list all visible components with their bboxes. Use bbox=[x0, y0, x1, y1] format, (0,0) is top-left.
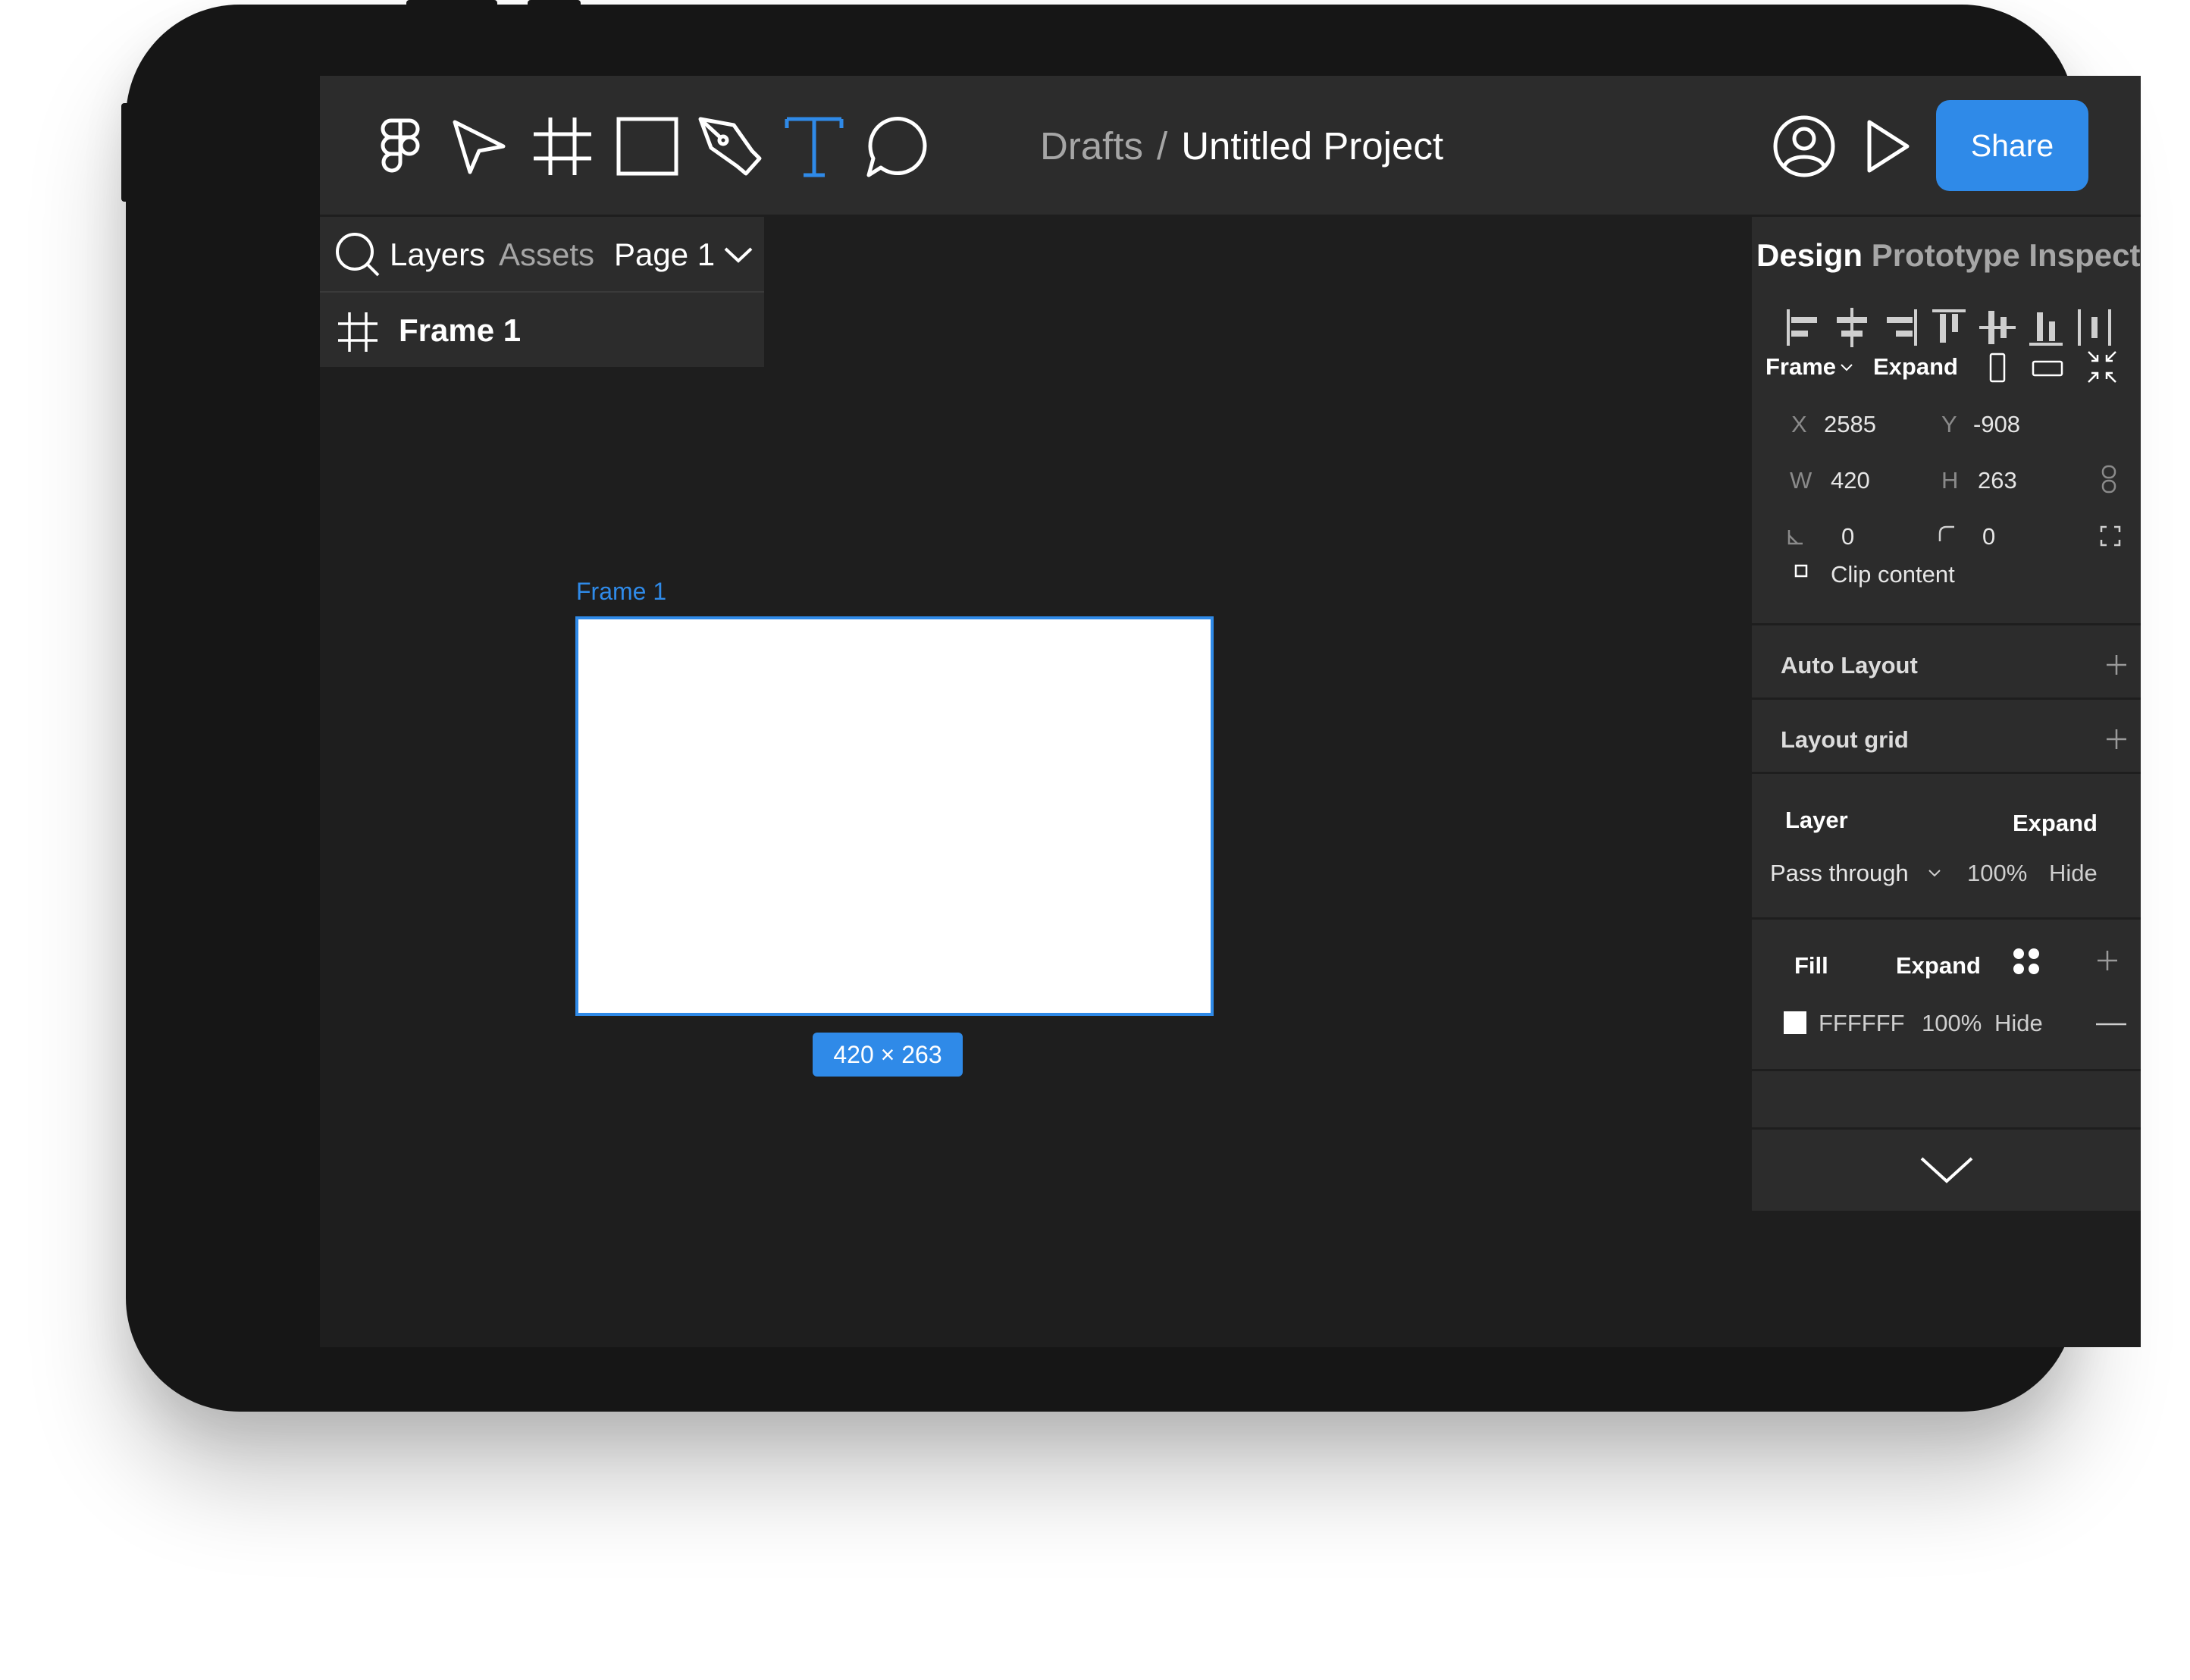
align-top-icon[interactable] bbox=[1928, 305, 1970, 350]
move-tool-icon[interactable] bbox=[444, 111, 514, 181]
project-title[interactable]: Untitled Project bbox=[1181, 124, 1443, 168]
frame-tool-icon[interactable] bbox=[528, 111, 597, 181]
align-horizontal-center-icon[interactable] bbox=[1831, 305, 1873, 350]
layer-expand-button[interactable]: Expand bbox=[2013, 808, 2098, 838]
checkbox-icon[interactable] bbox=[1794, 564, 1808, 578]
breadcrumb-separator: / bbox=[1157, 124, 1168, 168]
search-icon[interactable] bbox=[334, 230, 381, 277]
properties-panel: Design Prototype Inspect Frame Expand X … bbox=[1752, 217, 2141, 1211]
corner-radius-input[interactable]: 0 bbox=[1982, 522, 1995, 552]
fill-color-swatch[interactable] bbox=[1784, 1011, 1806, 1034]
y-input[interactable]: -908 bbox=[1973, 409, 2020, 440]
blend-mode-select[interactable]: Pass through bbox=[1770, 858, 1909, 889]
align-vertical-center-icon[interactable] bbox=[1976, 305, 2019, 350]
add-layout-grid-icon[interactable] bbox=[2105, 728, 2128, 751]
figma-logo-icon[interactable] bbox=[365, 111, 435, 181]
layers-panel: Layers Assets Page 1 Frame 1 bbox=[320, 217, 764, 367]
tab-assets[interactable]: Assets bbox=[499, 234, 594, 276]
styles-icon[interactable] bbox=[2011, 946, 2041, 976]
section-divider bbox=[1752, 623, 2141, 625]
frame-label[interactable]: Frame 1 bbox=[576, 578, 666, 606]
x-label: X bbox=[1791, 411, 1807, 437]
pen-tool-icon[interactable] bbox=[696, 111, 766, 181]
align-right-icon[interactable] bbox=[1879, 305, 1922, 350]
w-input[interactable]: 420 bbox=[1831, 465, 1870, 496]
align-bottom-icon[interactable] bbox=[2025, 305, 2067, 350]
device-button bbox=[528, 0, 581, 6]
section-divider bbox=[1752, 772, 2141, 774]
auto-layout-label: Auto Layout bbox=[1781, 652, 1918, 679]
device-button bbox=[406, 0, 497, 6]
top-toolbar: Drafts / Untitled Project Share bbox=[320, 76, 2141, 215]
frame-icon bbox=[338, 312, 378, 352]
tab-design[interactable]: Design bbox=[1756, 237, 1863, 273]
constrain-proportions-icon[interactable] bbox=[2101, 464, 2117, 494]
h-label: H bbox=[1941, 467, 1959, 494]
layout-grid-label: Layout grid bbox=[1781, 726, 1909, 753]
corner-radius-icon bbox=[1938, 525, 1954, 541]
layer-section-label: Layer bbox=[1785, 807, 1848, 833]
rectangle-tool-icon[interactable] bbox=[613, 111, 682, 181]
frame-on-canvas[interactable] bbox=[575, 616, 1214, 1016]
w-label: W bbox=[1790, 467, 1812, 494]
fill-hex-input[interactable]: FFFFFF bbox=[1819, 1008, 1905, 1039]
breadcrumb: Drafts / Untitled Project bbox=[1040, 120, 1443, 173]
x-input[interactable]: 2585 bbox=[1824, 409, 1876, 440]
chevron-down-icon[interactable] bbox=[1840, 362, 1853, 373]
panel-scroll-footer bbox=[1752, 1127, 2141, 1211]
add-fill-icon[interactable] bbox=[2096, 949, 2119, 972]
tab-layers[interactable]: Layers bbox=[390, 234, 485, 276]
rotation-icon bbox=[1787, 530, 1803, 545]
page-selector[interactable]: Page 1 bbox=[614, 234, 715, 276]
text-tool-icon[interactable] bbox=[779, 111, 849, 181]
user-avatar-icon[interactable] bbox=[1769, 111, 1839, 181]
chevron-down-icon[interactable] bbox=[1928, 869, 1941, 878]
play-icon[interactable] bbox=[1853, 111, 1922, 181]
align-left-icon[interactable] bbox=[1782, 305, 1825, 350]
y-label: Y bbox=[1941, 411, 1957, 437]
frame-expand-button[interactable]: Expand bbox=[1873, 352, 1958, 382]
fill-expand-button[interactable]: Expand bbox=[1896, 951, 1981, 981]
tab-prototype[interactable]: Prototype bbox=[1872, 237, 2020, 273]
frame-size-badge: 420 × 263 bbox=[813, 1033, 963, 1077]
section-divider bbox=[1752, 697, 2141, 700]
comment-tool-icon[interactable] bbox=[863, 111, 932, 181]
portrait-orientation-icon[interactable] bbox=[1988, 352, 2007, 384]
alignment-toolbar bbox=[1782, 305, 2131, 353]
layer-opacity-input[interactable]: 100% bbox=[1967, 858, 2027, 889]
breadcrumb-drafts[interactable]: Drafts bbox=[1040, 124, 1143, 168]
chevron-down-icon[interactable] bbox=[723, 244, 753, 265]
tablet-device: Drafts / Untitled Project Share Layers A… bbox=[121, 0, 2141, 1412]
add-auto-layout-icon[interactable] bbox=[2105, 654, 2128, 676]
fill-opacity-input[interactable]: 100% bbox=[1922, 1008, 1982, 1039]
layer-hide-button[interactable]: Hide bbox=[2049, 858, 2098, 889]
clip-content-label: Clip content bbox=[1831, 561, 1955, 588]
section-divider bbox=[1752, 917, 2141, 920]
properties-tabs: Design Prototype Inspect bbox=[1756, 234, 2140, 277]
remove-fill-icon[interactable] bbox=[2096, 1022, 2126, 1026]
layer-item[interactable]: Frame 1 bbox=[320, 293, 764, 367]
tab-inspect[interactable]: Inspect bbox=[2029, 237, 2140, 273]
device-side-button bbox=[121, 103, 127, 202]
section-divider bbox=[1752, 1069, 2141, 1071]
layers-panel-tabs: Layers Assets Page 1 bbox=[320, 217, 764, 293]
share-button[interactable]: Share bbox=[1936, 100, 2088, 191]
resize-to-fit-icon[interactable] bbox=[2085, 349, 2119, 385]
frame-section-label[interactable]: Frame bbox=[1765, 352, 1836, 382]
layer-name: Frame 1 bbox=[399, 312, 522, 348]
independent-corners-icon[interactable] bbox=[2099, 525, 2122, 547]
landscape-orientation-icon[interactable] bbox=[2031, 359, 2064, 378]
chevron-down-icon[interactable] bbox=[1919, 1154, 1975, 1186]
rotation-input[interactable]: 0 bbox=[1841, 522, 1854, 552]
fill-hide-button[interactable]: Hide bbox=[1994, 1008, 2043, 1039]
app-screen: Drafts / Untitled Project Share Layers A… bbox=[320, 76, 2141, 1347]
h-input[interactable]: 263 bbox=[1978, 465, 2017, 496]
fill-section-label: Fill bbox=[1794, 952, 1828, 979]
distribute-horizontal-icon[interactable] bbox=[2073, 305, 2116, 350]
